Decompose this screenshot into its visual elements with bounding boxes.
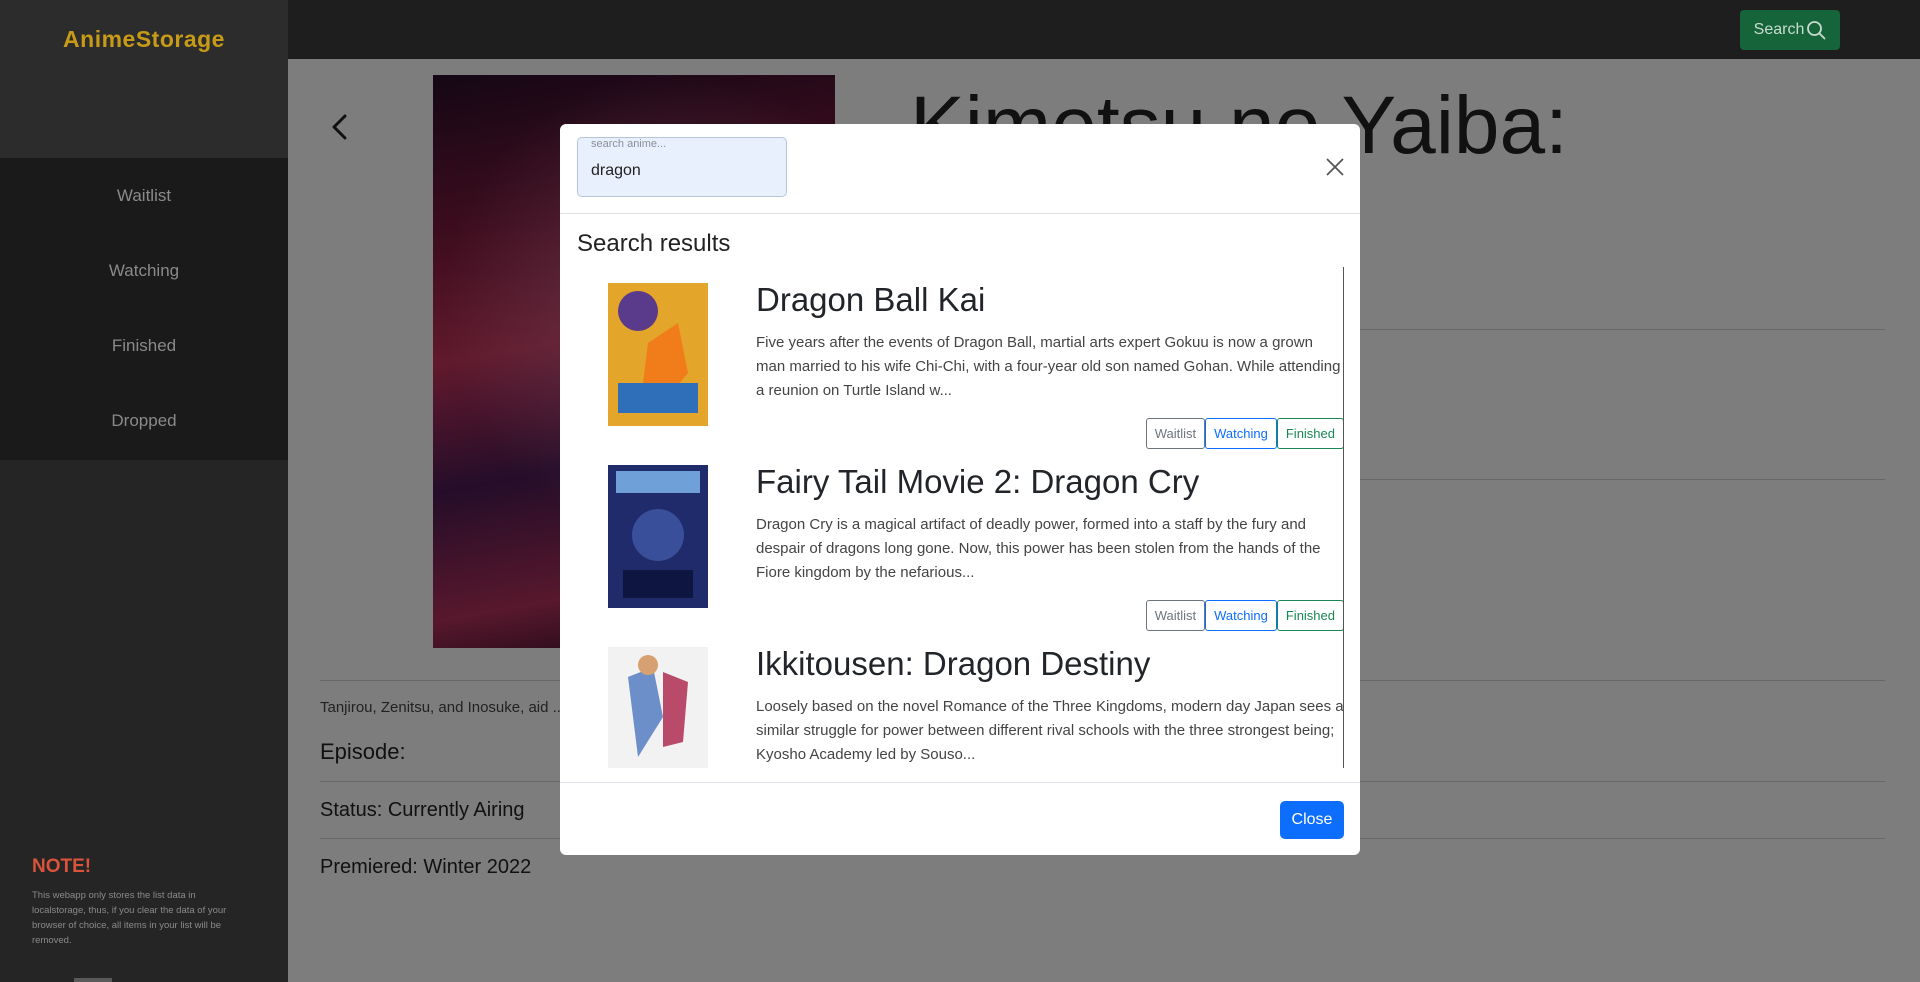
search-button[interactable]: Search bbox=[1740, 10, 1840, 50]
search-icon bbox=[1807, 21, 1826, 40]
result-thumbnail[interactable] bbox=[608, 283, 708, 426]
brand-area: AnimeStorage bbox=[0, 0, 288, 158]
finished-button[interactable]: Finished bbox=[1276, 418, 1343, 449]
scrollbar-thumb[interactable] bbox=[74, 978, 112, 982]
result-title[interactable]: Dragon Ball Kai bbox=[756, 281, 985, 319]
modal-footer: Close bbox=[560, 782, 1360, 855]
note-title: NOTE! bbox=[32, 856, 92, 877]
brand-logo[interactable]: AnimeStorage bbox=[63, 26, 225, 158]
search-modal: search anime... dragon Search results Dr… bbox=[560, 124, 1360, 855]
result-item: Ikkitousen: Dragon Destiny Loosely based… bbox=[577, 631, 1344, 768]
sidebar-nav: Waitlist Watching Finished Dropped bbox=[0, 158, 288, 460]
result-actions: Waitlist Watching Finished bbox=[1145, 418, 1343, 449]
result-thumbnail[interactable] bbox=[608, 465, 708, 608]
watching-button[interactable]: Watching bbox=[1205, 600, 1277, 631]
result-description: Loosely based on the novel Romance of th… bbox=[756, 698, 1344, 763]
sidebar-item-finished[interactable]: Finished bbox=[0, 308, 288, 383]
result-item: Dragon Ball Kai Five years after the eve… bbox=[577, 267, 1343, 449]
result-thumbnail[interactable] bbox=[608, 647, 708, 768]
search-input[interactable]: search anime... dragon bbox=[577, 137, 787, 197]
result-actions: Waitlist Watching Finished bbox=[1145, 600, 1343, 631]
result-description: Dragon Cry is a magical artifact of dead… bbox=[756, 516, 1321, 581]
note-body: This webapp only stores the list data in… bbox=[32, 890, 227, 946]
results-heading: Search results bbox=[577, 230, 731, 257]
modal-header: search anime... dragon bbox=[560, 124, 1360, 214]
sidebar-item-watching[interactable]: Watching bbox=[0, 233, 288, 308]
result-item: Fairy Tail Movie 2: Dragon Cry Dragon Cr… bbox=[577, 449, 1343, 631]
search-input-value: dragon bbox=[591, 162, 641, 179]
close-icon[interactable] bbox=[1322, 154, 1348, 180]
results-list[interactable]: Dragon Ball Kai Five years after the eve… bbox=[577, 267, 1344, 768]
result-title[interactable]: Fairy Tail Movie 2: Dragon Cry bbox=[756, 463, 1199, 501]
top-bar bbox=[288, 0, 1920, 59]
storage-note: NOTE! This webapp only stores the list d… bbox=[32, 856, 252, 948]
waitlist-button[interactable]: Waitlist bbox=[1145, 600, 1206, 631]
finished-button[interactable]: Finished bbox=[1276, 600, 1343, 631]
search-button-label: Search bbox=[1753, 21, 1805, 38]
watching-button[interactable]: Watching bbox=[1205, 418, 1277, 449]
result-title[interactable]: Ikkitousen: Dragon Destiny bbox=[756, 645, 1150, 683]
sidebar-item-waitlist[interactable]: Waitlist bbox=[0, 158, 288, 233]
close-button[interactable]: Close bbox=[1280, 801, 1344, 839]
search-input-placeholder: search anime... bbox=[591, 138, 667, 150]
sidebar-item-dropped[interactable]: Dropped bbox=[0, 383, 288, 458]
sidebar: AnimeStorage Waitlist Watching Finished … bbox=[0, 0, 288, 982]
result-description: Five years after the events of Dragon Ba… bbox=[756, 334, 1341, 399]
waitlist-button[interactable]: Waitlist bbox=[1145, 418, 1206, 449]
